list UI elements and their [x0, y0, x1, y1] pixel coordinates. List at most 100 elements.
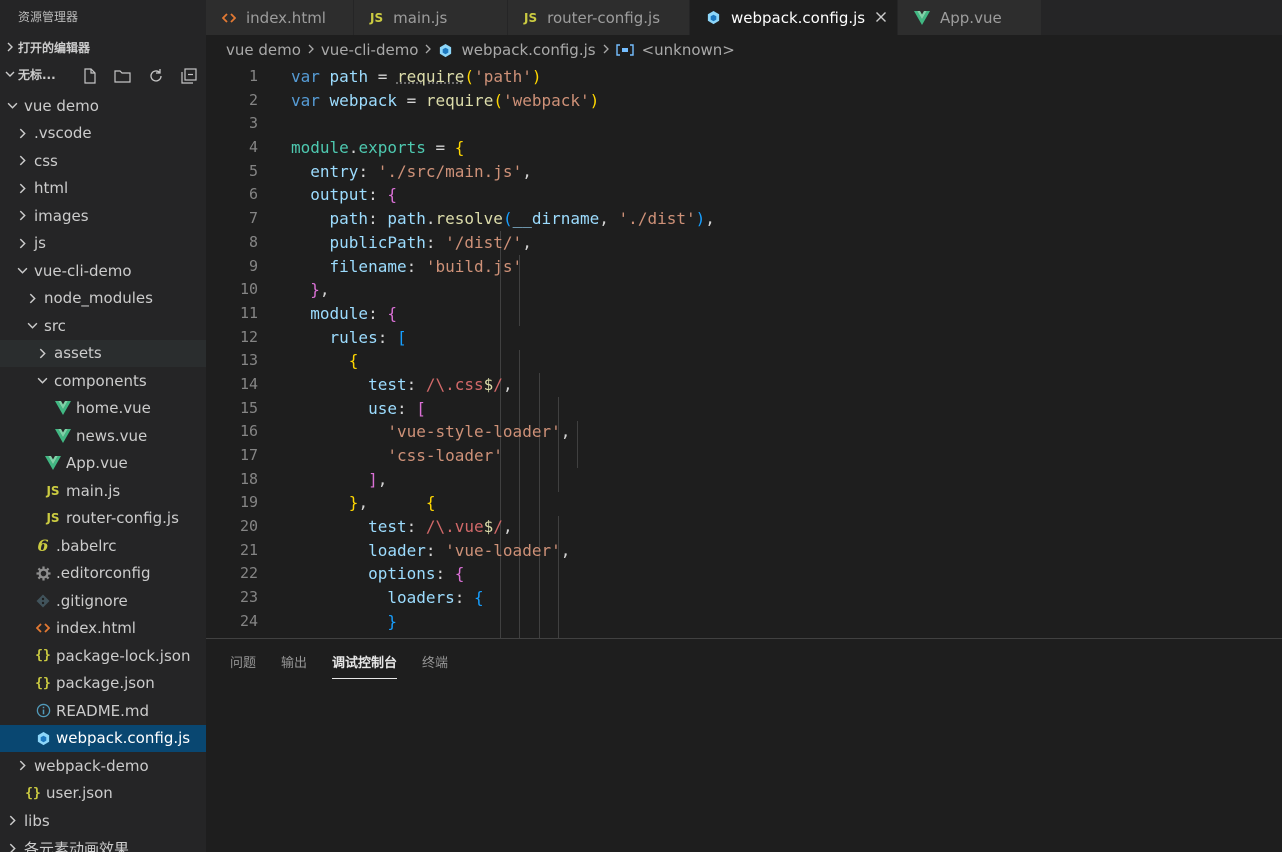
breadcrumb-item[interactable]: vue demo	[226, 41, 301, 59]
chevron-right-icon[interactable]	[14, 235, 30, 251]
webpack-icon	[706, 10, 721, 25]
chevron-right-icon	[307, 43, 315, 58]
code-line: 21 loader: 'vue-loader',	[239, 540, 571, 560]
tab-debug-console[interactable]: 调试控制台	[332, 639, 398, 683]
tab-problems[interactable]: 问题	[230, 639, 256, 683]
chevron-right-icon[interactable]	[14, 758, 30, 774]
breadcrumb-item[interactable]: webpack.config.js	[461, 41, 595, 59]
tree-file-item[interactable]: {} package-lock.json	[0, 642, 206, 670]
tree-item-label: node_modules	[44, 289, 153, 308]
tree-item-label: css	[34, 151, 58, 170]
tree-file-item[interactable]: App.vue	[0, 450, 206, 478]
code-line: 11 module: {	[239, 303, 397, 323]
tree-file-item[interactable]: JS main.js	[0, 477, 206, 505]
breadcrumb-item[interactable]: vue-cli-demo	[321, 41, 419, 59]
tab-terminal[interactable]: 终端	[422, 639, 448, 683]
open-editors-section[interactable]: 打开的编辑器	[0, 35, 206, 62]
js-icon: JS	[46, 511, 60, 526]
tree-item-label: src	[44, 316, 66, 335]
tree-file-item[interactable]: home.vue	[0, 395, 206, 423]
tree-folder-item[interactable]: src	[0, 312, 206, 340]
editor-tab[interactable]: index.html	[206, 0, 354, 35]
tree-file-item[interactable]: README.md	[0, 697, 206, 725]
chevron-right-icon[interactable]	[34, 345, 50, 361]
code-line: 23 loaders: {	[239, 588, 484, 608]
tree-folder-item[interactable]: assets	[0, 339, 206, 367]
tree-file-item[interactable]: news.vue	[0, 422, 206, 450]
tree-item-label: user.json	[46, 784, 113, 803]
tree-folder-item[interactable]: html	[0, 175, 206, 203]
code-line: 12 rules: [	[239, 327, 407, 347]
tab-output[interactable]: 输出	[281, 639, 307, 683]
new-folder-icon[interactable]	[113, 66, 132, 85]
chevron-right-icon[interactable]	[14, 153, 30, 169]
chevron-down-icon[interactable]	[24, 318, 40, 334]
tree-folder-item[interactable]: vue-cli-demo	[0, 257, 206, 285]
file-tree: vue demo .vscode css html images js vue-cli-de…	[0, 92, 206, 852]
editor-tab[interactable]: JS router-config.js	[508, 0, 690, 35]
tree-file-item[interactable]: index.html	[0, 615, 206, 643]
chevron-right-icon[interactable]	[4, 840, 20, 852]
open-editors-label: 打开的编辑器	[18, 41, 91, 55]
chevron-down-icon[interactable]	[4, 98, 20, 114]
chevron-right-icon[interactable]	[4, 813, 20, 829]
tree-item-label: .babelrc	[56, 536, 117, 555]
vue-icon	[914, 10, 930, 25]
tree-item-label: 各元素动画效果	[24, 839, 130, 852]
editor-tab[interactable]: JS main.js	[354, 0, 508, 35]
code-line: 15 use: [	[239, 398, 426, 418]
tree-file-item[interactable]: .editorconfig	[0, 560, 206, 588]
tree-folder-item[interactable]: images	[0, 202, 206, 230]
tree-folder-item[interactable]: js	[0, 230, 206, 258]
tree-file-item[interactable]: .gitignore	[0, 587, 206, 615]
code-line: 4 module.exports = {	[248, 138, 465, 158]
tree-folder-item[interactable]: 各元素动画效果	[0, 835, 206, 852]
chevron-right-icon[interactable]	[14, 180, 30, 196]
workspace-section[interactable]: 无标...	[0, 62, 206, 89]
tree-file-item[interactable]: 6 .babelrc	[0, 532, 206, 560]
tree-item-label: js	[34, 234, 46, 253]
tree-folder-item[interactable]: webpack-demo	[0, 752, 206, 780]
chevron-right-icon[interactable]	[24, 290, 40, 306]
info-icon	[34, 703, 52, 719]
breadcrumb-item[interactable]: <unknown>	[642, 41, 735, 59]
tree-file-item[interactable]: webpack.config.js	[0, 724, 206, 752]
tree-folder-item[interactable]: node_modules	[0, 285, 206, 313]
refresh-icon[interactable]	[146, 66, 165, 85]
code-line: 24 }	[239, 611, 397, 631]
chevron-down-icon[interactable]	[34, 373, 50, 389]
tree-file-item[interactable]: JS router-config.js	[0, 505, 206, 533]
gear-icon	[34, 565, 52, 581]
code-line: 19 }, {	[239, 493, 436, 513]
tree-file-item[interactable]: {} package.json	[0, 670, 206, 698]
chevron-right-icon[interactable]	[14, 208, 30, 224]
workspace-label: 无标...	[18, 68, 56, 82]
tree-folder-item[interactable]: .vscode	[0, 120, 206, 148]
code-line: 7 path: path.resolve(__dirname, './dist'…	[248, 209, 715, 229]
tree-folder-item[interactable]: components	[0, 367, 206, 395]
code-editor[interactable]: 1 var path = require('path') 2 var webpack…	[206, 65, 1282, 638]
tree-folder-item[interactable]: css	[0, 147, 206, 175]
code-line: 14 test: /\.css$/,	[239, 374, 513, 394]
json-icon: {}	[35, 675, 51, 691]
chevron-right-icon[interactable]	[14, 125, 30, 141]
code-line: 3	[248, 114, 258, 133]
editor-tab[interactable]: webpack.config.js	[690, 0, 898, 35]
symbol-variable-icon	[615, 43, 634, 57]
close-icon[interactable]	[875, 9, 887, 27]
editor-tab[interactable]: App.vue	[898, 0, 1042, 35]
new-file-icon[interactable]	[80, 66, 99, 85]
tab-label: index.html	[246, 8, 326, 27]
tree-file-item[interactable]: {} user.json	[0, 780, 206, 808]
collapse-all-icon[interactable]	[179, 66, 198, 85]
tree-folder-item[interactable]: libs	[0, 807, 206, 835]
code-line: 22 options: {	[239, 564, 465, 584]
js-icon: JS	[46, 483, 60, 498]
chevron-down-icon[interactable]	[14, 263, 30, 279]
tree-item-label: router-config.js	[66, 509, 179, 528]
tree-item-label: webpack.config.js	[56, 729, 191, 748]
chevron-right-icon	[424, 43, 432, 58]
tree-folder-item[interactable]: vue demo	[0, 92, 206, 120]
tree-item-label: html	[34, 179, 69, 198]
js-icon: JS	[524, 10, 538, 25]
